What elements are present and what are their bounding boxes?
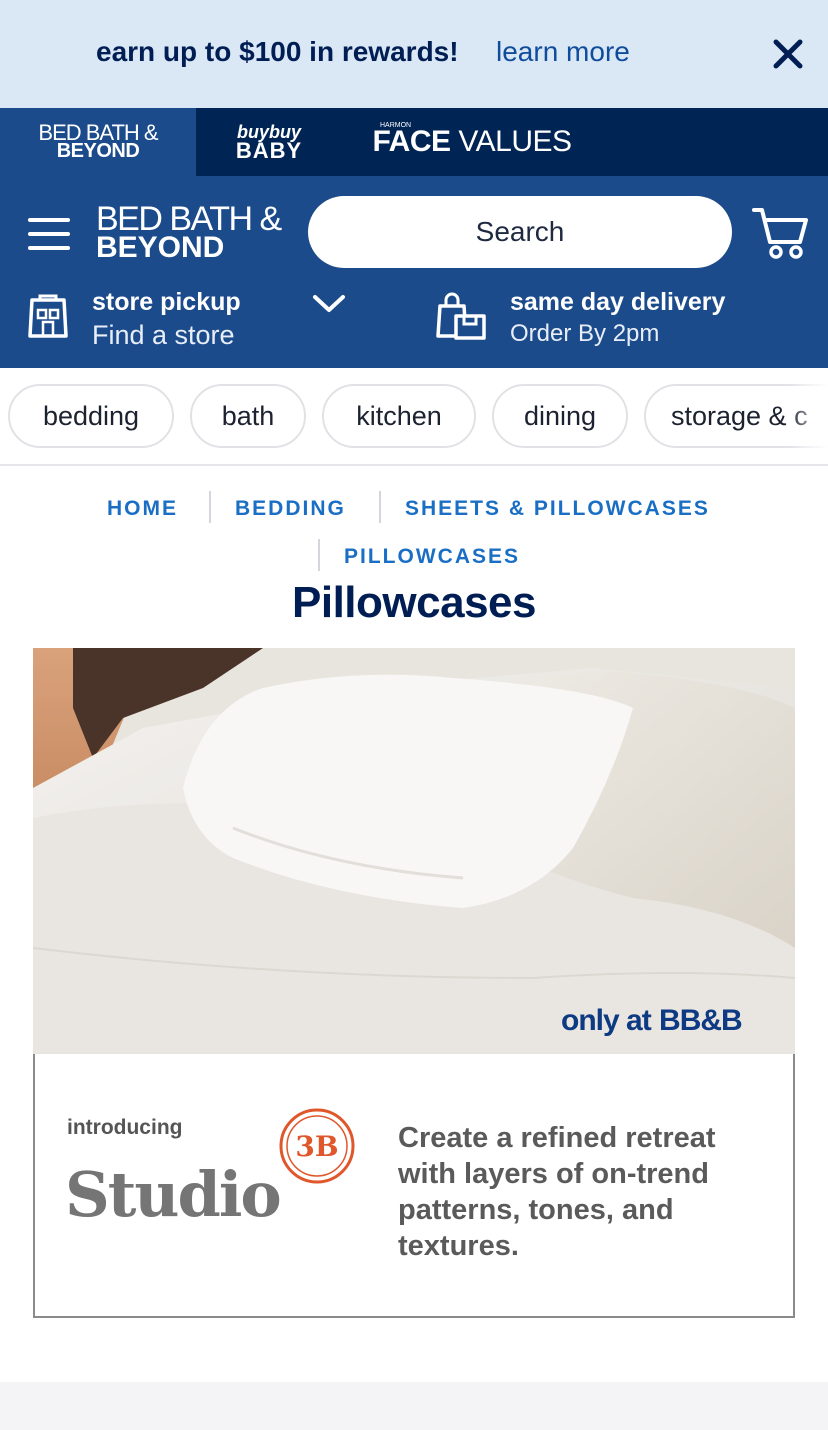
search-input[interactable] bbox=[308, 196, 732, 268]
close-icon[interactable] bbox=[770, 36, 806, 72]
same-day-delivery-title: same day delivery bbox=[510, 288, 726, 316]
brand-bar: BED BATH & BEYOND buybuy BABY HARMON FAC… bbox=[0, 108, 828, 176]
breadcrumb-separator bbox=[209, 491, 211, 523]
studio-description: Create a refined retreat with layers of … bbox=[398, 1122, 716, 1262]
category-chip-dining[interactable]: dining bbox=[492, 384, 628, 448]
studio-banner-info[interactable]: introducing Studio 3B Create a refined r… bbox=[33, 1054, 795, 1318]
find-a-store-link: Find a store bbox=[92, 320, 235, 350]
breadcrumb-home[interactable]: HOME bbox=[107, 497, 178, 521]
store-icon bbox=[28, 294, 68, 338]
logo-line1: BED BATH & bbox=[96, 200, 282, 238]
promo-text: earn up to $100 in rewards! bbox=[96, 36, 459, 67]
brand-face-bold: FACE bbox=[372, 125, 451, 158]
same-day-delivery[interactable]: same day delivery Order By 2pm bbox=[436, 288, 816, 354]
footer-strip bbox=[0, 1382, 828, 1430]
store-pickup-selector[interactable]: store pickup Find a store bbox=[26, 288, 406, 354]
brand-face-rest: VALUES bbox=[450, 125, 572, 158]
chevron-down-icon bbox=[313, 295, 345, 312]
site-logo[interactable]: BED BATH & BEYOND bbox=[96, 200, 282, 264]
only-at-brand: BB&B bbox=[659, 1004, 743, 1037]
bedding-photo bbox=[33, 648, 795, 1054]
breadcrumb-bedding[interactable]: BEDDING bbox=[235, 497, 346, 521]
only-at-bbb-label: only at BB&B bbox=[561, 1004, 743, 1038]
order-by-time: Order By 2pm bbox=[510, 320, 660, 347]
site-header: BED BATH & BEYOND store pickup Find a st… bbox=[0, 176, 828, 368]
category-chip-kitchen[interactable]: kitchen bbox=[322, 384, 476, 448]
promo-bar: earn up to $100 in rewards! learn more bbox=[0, 0, 828, 108]
only-at-text: only at bbox=[561, 1004, 652, 1037]
category-chip-bar: bedding bath kitchen dining storage & c bbox=[0, 368, 828, 466]
category-chip-bath[interactable]: bath bbox=[190, 384, 306, 448]
breadcrumb-separator bbox=[379, 491, 381, 523]
cart-icon[interactable] bbox=[752, 206, 810, 260]
hamburger-menu-icon[interactable] bbox=[28, 218, 70, 250]
brand-tab-bed-bath-beyond[interactable]: BED BATH & BEYOND bbox=[0, 108, 196, 176]
brand-face-label: FACE VALUES bbox=[372, 125, 572, 159]
store-pickup-title: store pickup bbox=[92, 288, 241, 316]
logo-line2: BEYOND bbox=[96, 231, 225, 264]
studio-banner-image[interactable]: only at BB&B bbox=[33, 648, 795, 1054]
breadcrumb-pillowcases: PILLOWCASES bbox=[344, 545, 521, 568]
brand-tab-face-values[interactable]: HARMON FACE VALUES bbox=[342, 108, 602, 176]
brand-bbb-line2: BEYOND bbox=[56, 140, 140, 162]
brand-face-small: HARMON bbox=[380, 122, 412, 129]
badge-text: 3B bbox=[295, 1130, 338, 1163]
breadcrumb-separator bbox=[318, 539, 320, 571]
page-title: Pillowcases bbox=[292, 578, 536, 627]
brand-tab-buybuy-baby[interactable]: buybuy BABY bbox=[196, 108, 342, 176]
chip-scroll-fade bbox=[788, 368, 828, 464]
brand-baby-line2: BABY bbox=[235, 138, 303, 163]
learn-more-link[interactable]: learn more bbox=[496, 36, 630, 68]
shopping-bag-icon bbox=[436, 292, 486, 340]
category-chip-bedding[interactable]: bedding bbox=[8, 384, 174, 448]
introducing-label: introducing bbox=[67, 1116, 183, 1139]
studio-3b-logo-icon: 3B bbox=[279, 1108, 355, 1184]
breadcrumb-sheets-pillowcases[interactable]: SHEETS & PILLOWCASES bbox=[405, 497, 710, 521]
studio-brand-name: Studio bbox=[65, 1158, 282, 1231]
